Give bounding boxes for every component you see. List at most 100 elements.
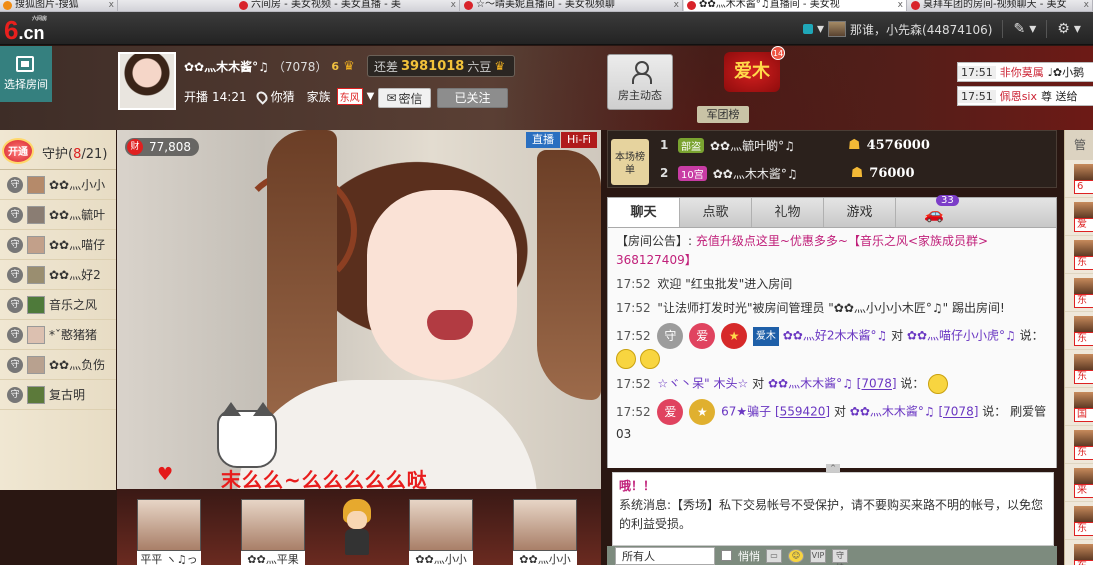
edit-icon[interactable]: ✎ xyxy=(1013,21,1025,37)
guard-badge-icon: 守 xyxy=(7,176,23,193)
room-thumb xyxy=(1074,240,1093,256)
edit-caret-icon[interactable]: ▾ xyxy=(1029,21,1036,37)
settings-gear-icon[interactable]: ⚙ xyxy=(1057,21,1070,37)
guardian-row[interactable]: 守 ✿✿灬毓叶 xyxy=(0,200,116,230)
tab-close-icon[interactable]: x xyxy=(109,0,114,10)
user-name[interactable]: 那谁，小先森(44874106) xyxy=(850,21,992,38)
emoji-picker-icon[interactable]: ☺ xyxy=(788,548,804,563)
recipient-select[interactable]: 所有人 xyxy=(615,546,715,565)
guardian-name: 音乐之风 xyxy=(49,298,98,312)
message-sender-id[interactable]: [559420] xyxy=(775,405,830,419)
browser-tab[interactable]: 臭拜车团的房间-视频聊天 - 美女 x xyxy=(908,0,1093,11)
live-video[interactable]: 财 77,808 直播 Hi-Fi ♥ 末么么~么么么么么哒 xyxy=(117,130,601,489)
viewer-avatar-item[interactable]: ✿✿灬小小 xyxy=(409,499,473,565)
user-area: ▾ 那谁，小先森(44874106) ✎ ▾ ⚙ ▾ xyxy=(803,18,1081,40)
cartoon-avatar-icon[interactable] xyxy=(339,499,375,557)
host-updates-label: 房主动态 xyxy=(618,89,662,102)
ranking-row[interactable]: 1 部盗 ✿✿灬毓叶啲°♫ ☗ 4576000 xyxy=(660,133,1050,157)
tab-games[interactable]: 游戏 xyxy=(824,198,896,227)
gift-feed-item[interactable]: 17:51 非你莫属 ♩✿小鹅 xyxy=(957,62,1093,82)
message-sender[interactable]: ✿✿灬好2木木酱°♫ xyxy=(783,329,888,343)
caret-down-icon[interactable]: ▾ xyxy=(817,21,824,37)
room-list-item[interactable]: 东 xyxy=(1065,502,1093,540)
vip-icon[interactable]: VIP xyxy=(810,548,826,563)
tab-close-icon[interactable]: x xyxy=(1084,0,1089,10)
viewer-avatar-item[interactable]: 平平 ヽ♫っ xyxy=(137,499,201,565)
hifi-badge[interactable]: Hi-Fi xyxy=(561,132,597,148)
fan-rank-button[interactable]: 军团榜 xyxy=(697,106,749,123)
host-updates-button[interactable]: 房主动态 xyxy=(607,54,673,110)
message-target[interactable]: ✿✿灬喵仔小小虎°♫ xyxy=(907,329,1016,343)
message-sender[interactable]: 67★骗子 xyxy=(721,405,771,419)
room-notice: 【房间公告】: 充值升级点这里~优惠多多~【音乐之风<家族成员群> 368127… xyxy=(616,232,1048,270)
host-name[interactable]: ✿✿灬木木酱°♫ xyxy=(184,58,269,75)
chat-input-bar: 所有人 悄悄 ▭ ☺ VIP 守护 xyxy=(607,546,1057,565)
browser-tab[interactable]: 搜狐图片-搜狐 x xyxy=(0,0,118,11)
guard-icon[interactable]: 守护 xyxy=(832,548,848,565)
guardian-title-text: 守护 xyxy=(42,147,69,162)
guardian-row[interactable]: 守 ✿✿灬喵仔 xyxy=(0,230,116,260)
room-list-tab[interactable]: 管 xyxy=(1065,130,1093,160)
guardian-row[interactable]: 守 ✿✿灬好2 xyxy=(0,260,116,290)
message-target[interactable]: ✿✿灬木木酱°♫ xyxy=(850,405,935,419)
family-badge[interactable]: 东风 xyxy=(336,88,363,105)
screenshot-icon[interactable]: ▭ xyxy=(766,548,782,563)
settings-caret-icon[interactable]: ▾ xyxy=(1074,21,1081,37)
host-info-row: 开播 14:21 你猜 家族 东风 ▼ xyxy=(184,88,374,105)
message-target-id[interactable]: [7078] xyxy=(938,405,978,419)
chat-messages[interactable]: 【房间公告】: 充值升级点这里~优惠多多~【音乐之风<家族成员群> 368127… xyxy=(607,228,1057,468)
room-list-item[interactable]: 爱 xyxy=(1065,198,1093,236)
message-sender[interactable]: ☆ヾ丶呆" 木头☆ xyxy=(657,377,748,391)
tab-cars[interactable]: 🚗 33 xyxy=(896,195,1056,227)
private-message-button[interactable]: ✉ 密信 xyxy=(378,88,431,108)
browser-tab[interactable]: 六间房 - 美女视频 - 美女直播 - 美 x xyxy=(236,0,460,11)
collapse-toggle-icon[interactable]: ^ xyxy=(826,464,840,472)
message-time: 17:52 xyxy=(616,404,651,419)
guardian-name: ✿✿灬毓叶 xyxy=(49,208,106,222)
guardian-row[interactable]: 守 *ˇ憨猪猪 xyxy=(0,320,116,350)
open-guardian-button[interactable]: 开通 xyxy=(2,138,34,164)
viewer-avatar-strip: 平平 ヽ♫っ ✿✿灬平果 ✿✿灬小小 ✿✿灬小小 xyxy=(117,489,601,565)
follow-button[interactable]: 已关注 xyxy=(437,88,508,108)
user-avatar[interactable] xyxy=(828,21,847,37)
browser-tab[interactable]: ✿✿灬木木酱°♫直播间 - 美女视 x xyxy=(684,0,907,11)
room-list-item[interactable]: 东 xyxy=(1065,540,1093,565)
host-avatar[interactable] xyxy=(118,52,176,110)
tab-close-icon[interactable]: x xyxy=(898,0,903,10)
room-list-item[interactable]: 国 xyxy=(1065,388,1093,426)
tab-gifts[interactable]: 礼物 xyxy=(752,198,824,227)
browser-tab[interactable]: ☆～晴美妮直播间 - 美女视频聊 x xyxy=(461,0,683,11)
guardian-row[interactable]: 守 ✿✿灬负伤 xyxy=(0,350,116,380)
cartoon-face xyxy=(347,511,367,529)
video-scene-face xyxy=(367,190,517,380)
select-room-button[interactable]: 选择房间 xyxy=(0,46,52,102)
room-thumb xyxy=(1074,468,1093,484)
room-list-item[interactable]: 东 xyxy=(1065,236,1093,274)
video-caption: 末么么~么么么么么哒 xyxy=(221,468,428,489)
logo-suffix: .cn xyxy=(18,23,45,43)
tab-song-request[interactable]: 点歌 xyxy=(680,198,752,227)
fan-club-badge[interactable]: 爱木 xyxy=(724,52,780,92)
ranking-row[interactable]: 2 10宫 ✿✿灬木木酱°♫ ☗ 76000 xyxy=(660,161,1050,185)
guardian-row[interactable]: 守 复古明 xyxy=(0,380,116,410)
room-list-item[interactable]: 6 xyxy=(1065,160,1093,198)
family-caret-icon[interactable]: ▼ xyxy=(367,91,375,102)
viewer-avatar-item[interactable]: ✿✿灬小小 xyxy=(513,499,577,565)
gift-feed-item[interactable]: 17:51 佩恩six 尊 送给 xyxy=(957,86,1093,106)
room-list-item[interactable]: 东 xyxy=(1065,350,1093,388)
whisper-checkbox[interactable] xyxy=(721,550,732,561)
room-tag: 东 xyxy=(1074,522,1093,536)
tab-chat[interactable]: 聊天 xyxy=(608,198,680,227)
room-list-item[interactable]: 东 xyxy=(1065,274,1093,312)
message-target[interactable]: ✿✿灬木木酱°♫ xyxy=(768,377,853,391)
tab-close-icon[interactable]: x xyxy=(674,0,679,10)
viewer-avatar-item[interactable]: ✿✿灬平果 xyxy=(241,499,305,565)
room-list-item[interactable]: 东 xyxy=(1065,312,1093,350)
room-list-item[interactable]: 东 xyxy=(1065,426,1093,464)
message-target-id[interactable]: [7078] xyxy=(857,377,897,391)
tab-close-icon[interactable]: x xyxy=(451,0,456,10)
room-list-item[interactable]: 来 xyxy=(1065,464,1093,502)
guardian-row[interactable]: 守 音乐之风 xyxy=(0,290,116,320)
guardian-row[interactable]: 守 ✿✿灬小小 xyxy=(0,170,116,200)
site-logo[interactable]: 6.cn 六间房 xyxy=(4,15,50,45)
